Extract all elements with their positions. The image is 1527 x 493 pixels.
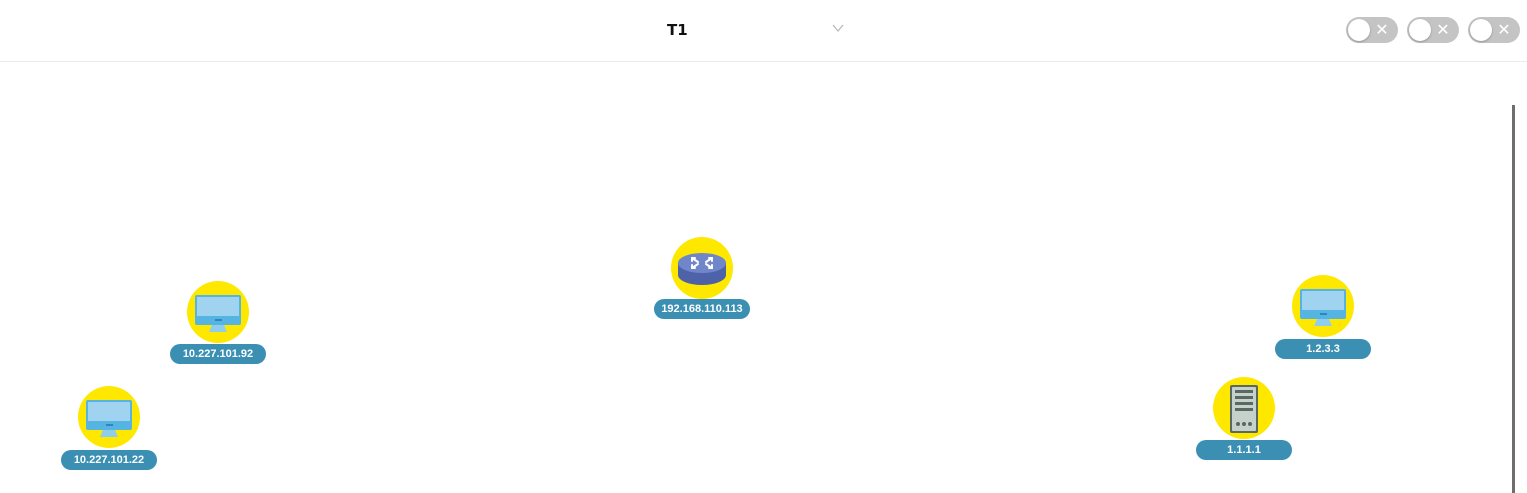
node-ip-label: 1.1.1.1 (1196, 440, 1292, 460)
desktop-computer-icon (195, 295, 241, 332)
topology-select[interactable]: T1 (660, 14, 855, 44)
chevron-down-icon (832, 24, 844, 32)
desktop-computer-icon (86, 400, 132, 437)
topology-canvas[interactable]: 192.168.110.113 10.227.101.92 10.227.101… (0, 63, 1527, 493)
vertical-scrollbar[interactable] (1512, 105, 1515, 493)
node-disc (671, 237, 733, 299)
toggle-knob (1409, 19, 1431, 41)
router-icon (678, 253, 726, 285)
desktop-computer-icon (1300, 289, 1346, 326)
toggle-knob (1470, 19, 1492, 41)
toggle-knob (1348, 19, 1370, 41)
topology-node-server[interactable]: 1.1.1.1 (1196, 377, 1294, 461)
node-disc (78, 386, 140, 448)
toggle-off-icon: ✕ (1375, 20, 1389, 39)
node-disc (187, 281, 249, 343)
topology-node-pc1[interactable]: 10.227.101.92 (169, 281, 267, 365)
toggle-off-icon: ✕ (1436, 20, 1450, 39)
topology-select-value: T1 (667, 21, 688, 39)
node-ip-label: 192.168.110.113 (654, 299, 750, 319)
toggle-switch-2[interactable]: ✕ (1407, 17, 1459, 43)
node-disc (1292, 275, 1354, 337)
topology-node-router[interactable]: 192.168.110.113 (650, 237, 754, 319)
node-ip-label: 10.227.101.22 (61, 450, 157, 470)
node-ip-label: 10.227.101.92 (170, 344, 266, 364)
server-icon (1230, 385, 1258, 433)
toggle-switch-3[interactable]: ✕ (1468, 17, 1520, 43)
topology-node-pc3[interactable]: 1.2.3.3 (1275, 275, 1373, 359)
topology-toolbar: T1 ✕ ✕ ✕ (0, 0, 1527, 62)
node-ip-label: 1.2.3.3 (1275, 339, 1371, 359)
node-disc (1213, 377, 1275, 439)
toggle-switch-1[interactable]: ✕ (1346, 17, 1398, 43)
toggle-off-icon: ✕ (1497, 20, 1511, 39)
topology-node-pc2[interactable]: 10.227.101.22 (61, 386, 159, 470)
